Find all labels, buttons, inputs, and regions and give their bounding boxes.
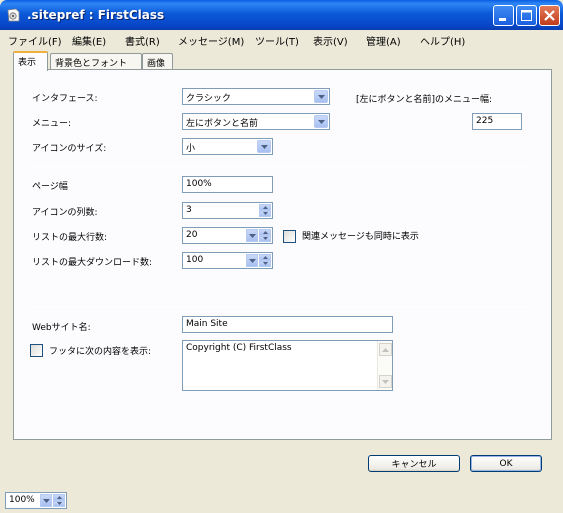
stepper-buttons[interactable]	[259, 254, 271, 267]
menu-format[interactable]: 書式(R)	[125, 33, 160, 48]
footer-checkbox[interactable]	[30, 344, 43, 357]
icon-size-label: アイコンのサイズ:	[32, 144, 107, 154]
status-bar: 100%	[0, 488, 563, 513]
icon-columns-label: アイコンの列数:	[32, 208, 98, 218]
zoom-combo[interactable]: 100%	[5, 492, 67, 509]
interface-label: インタフェース:	[32, 94, 98, 104]
icon-columns-stepper[interactable]: 3	[182, 202, 273, 219]
stepper-buttons[interactable]	[259, 204, 271, 217]
separator	[30, 306, 530, 307]
icon-size-value: 小	[186, 144, 196, 154]
menu-label: メニュー:	[32, 119, 72, 129]
menu-width-label: [左にボタンと名前]のメニュー幅:	[356, 95, 493, 105]
menu-message[interactable]: メッセージ(M)	[178, 33, 244, 48]
menu-value: 左にボタンと名前	[186, 119, 259, 129]
interface-select[interactable]: クラシック	[182, 88, 330, 105]
icon-size-select[interactable]: 小	[182, 138, 273, 155]
chevron-down-icon[interactable]	[314, 115, 328, 128]
tab-background-font[interactable]: 背景色とフォント	[50, 53, 142, 70]
separator	[30, 166, 530, 167]
list-download-label: リストの最大ダウンロード数:	[32, 258, 153, 268]
list-rows-label: リストの最大行数:	[32, 233, 108, 243]
footer-textarea[interactable]: Copyright (C) FirstClass	[182, 340, 393, 391]
maximize-icon	[521, 10, 532, 21]
app-window: .sitepref : FirstClass ファイル(F) 編集(E) 書式(…	[0, 0, 563, 513]
cancel-button[interactable]: キャンセル	[368, 455, 460, 472]
vertical-scrollbar[interactable]	[377, 341, 392, 390]
minimize-button[interactable]	[493, 5, 514, 26]
tab-images[interactable]: 画像	[142, 53, 173, 70]
menu-edit[interactable]: 編集(E)	[72, 33, 106, 48]
menu-width-input[interactable]: 225	[472, 113, 522, 130]
related-messages-label: 関連メッセージも同時に表示	[302, 232, 419, 242]
chevron-down-icon[interactable]	[257, 140, 271, 153]
minimize-icon	[499, 18, 506, 21]
menu-select[interactable]: 左にボタンと名前	[182, 113, 330, 130]
zoom-value: 100%	[9, 495, 35, 505]
close-button[interactable]	[539, 5, 560, 26]
ok-button[interactable]: OK	[470, 455, 542, 472]
tab-display[interactable]: 表示	[13, 51, 48, 71]
menu-bar: ファイル(F) 編集(E) 書式(R) メッセージ(M) ツール(T) 表示(V…	[0, 30, 563, 48]
stepper-buttons[interactable]	[259, 229, 271, 242]
stepper-down-icon[interactable]	[259, 210, 271, 217]
menu-tools[interactable]: ツール(T)	[255, 33, 299, 48]
stepper-down-icon[interactable]	[53, 500, 65, 507]
title-bar[interactable]: .sitepref : FirstClass	[0, 0, 563, 30]
interface-value: クラシック	[186, 94, 231, 104]
close-icon	[544, 10, 555, 21]
page-width-input[interactable]: 100%	[182, 176, 273, 193]
list-download-combo[interactable]: 100	[182, 252, 273, 269]
menu-help[interactable]: ヘルプ(H)	[420, 33, 465, 48]
scroll-down-icon[interactable]	[379, 375, 392, 388]
chevron-down-icon[interactable]	[246, 254, 258, 267]
chevron-down-icon[interactable]	[40, 494, 52, 507]
chevron-down-icon[interactable]	[314, 90, 328, 103]
site-name-label: Webサイト名:	[32, 323, 91, 333]
page-width-label: ページ幅	[32, 182, 68, 192]
menu-file[interactable]: ファイル(F)	[8, 33, 62, 48]
stepper-buttons[interactable]	[53, 494, 65, 507]
related-messages-checkbox[interactable]	[283, 230, 296, 243]
list-rows-combo[interactable]: 20	[182, 227, 273, 244]
app-icon	[7, 8, 20, 22]
chevron-down-icon[interactable]	[246, 229, 258, 242]
footer-label: フッタに次の内容を表示:	[49, 347, 152, 357]
menu-view[interactable]: 表示(V)	[313, 33, 348, 48]
display-panel: インタフェース: クラシック [左にボタンと名前]のメニュー幅: メニュー: 左…	[13, 69, 552, 440]
menu-admin[interactable]: 管理(A)	[366, 33, 401, 48]
stepper-down-icon[interactable]	[259, 235, 271, 242]
maximize-button[interactable]	[516, 5, 537, 26]
stepper-down-icon[interactable]	[259, 260, 271, 267]
window-title: .sitepref : FirstClass	[27, 8, 165, 22]
site-name-input[interactable]: Main Site	[182, 316, 393, 333]
scroll-up-icon[interactable]	[379, 343, 392, 356]
